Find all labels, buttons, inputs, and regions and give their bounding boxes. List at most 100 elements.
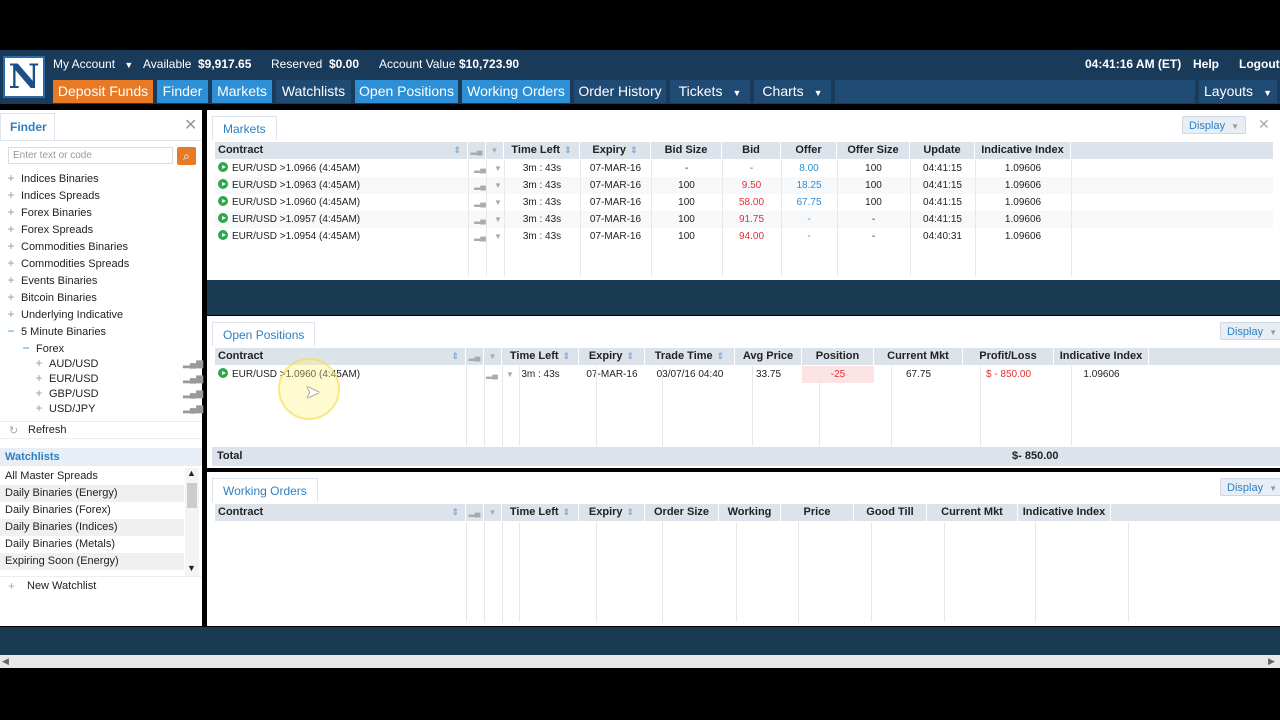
finder-category[interactable]: + Bitcoin Binaries: [5, 289, 96, 306]
market-cell-bid[interactable]: 58.00: [722, 194, 781, 211]
collapse-icon[interactable]: −: [20, 340, 32, 357]
contract-cell[interactable]: EUR/USD >1.0960 (4:45AM): [218, 194, 468, 211]
column-header[interactable]: Indicative Index: [1018, 504, 1111, 521]
play-icon[interactable]: [218, 368, 228, 378]
working-orders-tab[interactable]: Working Orders: [212, 478, 318, 502]
sort-icon[interactable]: ⇕: [564, 145, 572, 155]
finder-category[interactable]: + Commodities Binaries: [5, 238, 128, 255]
close-icon[interactable]: ✕: [1258, 116, 1270, 133]
brand-logo[interactable]: N: [3, 56, 45, 98]
column-header[interactable]: Expiry ⇕: [580, 142, 651, 159]
expand-icon[interactable]: +: [5, 289, 17, 306]
play-icon[interactable]: [218, 230, 228, 240]
market-cell-bid[interactable]: 94.00: [722, 228, 781, 245]
markets-display-button[interactable]: Display ▼: [1182, 116, 1246, 134]
market-cell-offer[interactable]: 67.75: [781, 194, 837, 211]
sort-icon[interactable]: ⇕: [451, 348, 459, 365]
finder-category[interactable]: + Forex Spreads: [5, 221, 93, 238]
working-orders-display-button[interactable]: Display ▼: [1220, 478, 1280, 496]
watchlist-item[interactable]: Daily Binaries (Forex): [0, 502, 184, 519]
nav-markets[interactable]: Markets: [212, 80, 272, 103]
market-cell-offer[interactable]: 18.25: [781, 177, 837, 194]
finder-search-input[interactable]: Enter text or code: [8, 147, 173, 164]
nav-working-orders[interactable]: Working Orders: [462, 80, 570, 103]
column-header[interactable]: Bid: [722, 142, 781, 159]
market-row[interactable]: EUR/USD >1.0960 (4:45AM) ▂▄ ▼ 3m : 43s 07-MA…: [215, 194, 1273, 211]
expand-icon[interactable]: +: [5, 221, 17, 238]
finder-category[interactable]: + Commodities Spreads: [5, 255, 129, 272]
column-header[interactable]: Order Size: [645, 504, 719, 521]
finder-category[interactable]: + Forex Binaries: [5, 204, 91, 221]
column-header[interactable]: Position: [802, 348, 874, 365]
sort-icon[interactable]: ⇕: [453, 142, 461, 159]
column-header[interactable]: Working: [719, 504, 781, 521]
contract-cell[interactable]: EUR/USD >1.0963 (4:45AM): [218, 177, 468, 194]
column-header[interactable]: Indicative Index: [1054, 348, 1149, 365]
finder-category[interactable]: + Indices Spreads: [5, 187, 99, 204]
nav-order-history[interactable]: Order History: [574, 80, 666, 103]
column-header[interactable]: Contract ⇕: [215, 504, 466, 521]
logout-link[interactable]: Logout: [1239, 56, 1280, 72]
market-cell-offer[interactable]: 8.00: [781, 160, 837, 177]
column-header[interactable]: Avg Price: [735, 348, 802, 365]
contract-cell[interactable]: EUR/USD >1.0966 (4:45AM): [218, 160, 468, 177]
signal-bars-icon[interactable]: ▂▄: [483, 366, 501, 383]
market-cell-offer[interactable]: -: [781, 211, 837, 228]
watchlist-item[interactable]: Daily Binaries (Energy): [0, 485, 184, 502]
column-header[interactable]: Offer Size: [837, 142, 910, 159]
close-icon[interactable]: ✕: [184, 115, 197, 135]
nav-charts[interactable]: Charts ▼: [754, 80, 831, 103]
column-header[interactable]: Expiry ⇕: [579, 348, 645, 365]
column-header[interactable]: Time Left ⇕: [502, 504, 579, 521]
horizontal-scrollbar[interactable]: ◀ ▶: [0, 655, 1280, 668]
expand-icon[interactable]: +: [5, 272, 17, 289]
new-watchlist-row[interactable]: + New Watchlist: [0, 576, 202, 594]
open-positions-display-button[interactable]: Display ▼: [1220, 322, 1280, 340]
column-header[interactable]: Price: [781, 504, 854, 521]
column-header[interactable]: Current Mkt: [874, 348, 963, 365]
column-header[interactable]: Offer: [781, 142, 837, 159]
play-icon[interactable]: [218, 179, 228, 189]
expand-icon[interactable]: +: [5, 255, 17, 272]
collapse-icon[interactable]: −: [5, 323, 17, 340]
nav-layouts[interactable]: Layouts ▼: [1199, 80, 1277, 103]
play-icon[interactable]: [218, 162, 228, 172]
markets-tab[interactable]: Markets: [212, 116, 277, 140]
deposit-funds-button[interactable]: Deposit Funds: [53, 80, 153, 103]
chevron-up-icon[interactable]: ▲: [187, 468, 196, 478]
column-header[interactable]: Contract ⇕: [215, 348, 466, 365]
finder-category[interactable]: −5 Minute Binaries: [5, 323, 106, 340]
expand-icon[interactable]: +: [5, 170, 17, 187]
column-header[interactable]: Good Till: [854, 504, 927, 521]
position-row[interactable]: EUR/USD >1.0960 (4:45AM) ▂▄ ▼ 3m : 43s 07-MA…: [215, 366, 1280, 383]
column-header[interactable]: Bid Size: [651, 142, 722, 159]
sort-icon[interactable]: ⇕: [451, 504, 459, 521]
column-header[interactable]: Trade Time ⇕: [645, 348, 735, 365]
market-row[interactable]: EUR/USD >1.0954 (4:45AM) ▂▄ ▼ 3m : 43s 07-MA…: [215, 228, 1273, 245]
chevron-left-icon[interactable]: ◀: [2, 656, 9, 667]
play-icon[interactable]: [218, 213, 228, 223]
nav-open-positions[interactable]: Open Positions: [355, 80, 458, 103]
chevron-down-icon[interactable]: ▼: [187, 563, 196, 573]
watchlist-scrollbar[interactable]: ▲ ▼: [185, 468, 199, 576]
help-link[interactable]: Help: [1193, 56, 1219, 72]
nav-watchlists[interactable]: Watchlists: [276, 80, 351, 103]
column-header[interactable]: Time Left ⇕: [504, 142, 580, 159]
watchlist-item[interactable]: Daily Binaries (Indices): [0, 519, 184, 536]
expand-icon[interactable]: +: [5, 238, 17, 255]
column-header[interactable]: Contract ⇕: [215, 142, 468, 159]
my-account-menu[interactable]: My Account ▼: [53, 56, 133, 72]
watchlist-item[interactable]: Expiring Soon (Energy): [0, 553, 184, 570]
finder-pair[interactable]: + USD/JPY ▂▄▆: [33, 400, 203, 417]
nav-finder[interactable]: Finder: [157, 80, 208, 103]
market-row[interactable]: EUR/USD >1.0966 (4:45AM) ▂▄ ▼ 3m : 43s 07-MA…: [215, 160, 1273, 177]
sort-icon[interactable]: ⇕: [630, 145, 638, 155]
expand-icon[interactable]: +: [33, 400, 45, 417]
watchlist-item[interactable]: All Master Spreads: [0, 468, 184, 485]
expand-icon[interactable]: +: [5, 187, 17, 204]
market-cell-bid[interactable]: 91.75: [722, 211, 781, 228]
expand-icon[interactable]: +: [5, 204, 17, 221]
market-cell-bid[interactable]: -: [722, 160, 781, 177]
column-header[interactable]: Time Left ⇕: [502, 348, 579, 365]
sort-icon[interactable]: ⇕: [627, 507, 635, 517]
